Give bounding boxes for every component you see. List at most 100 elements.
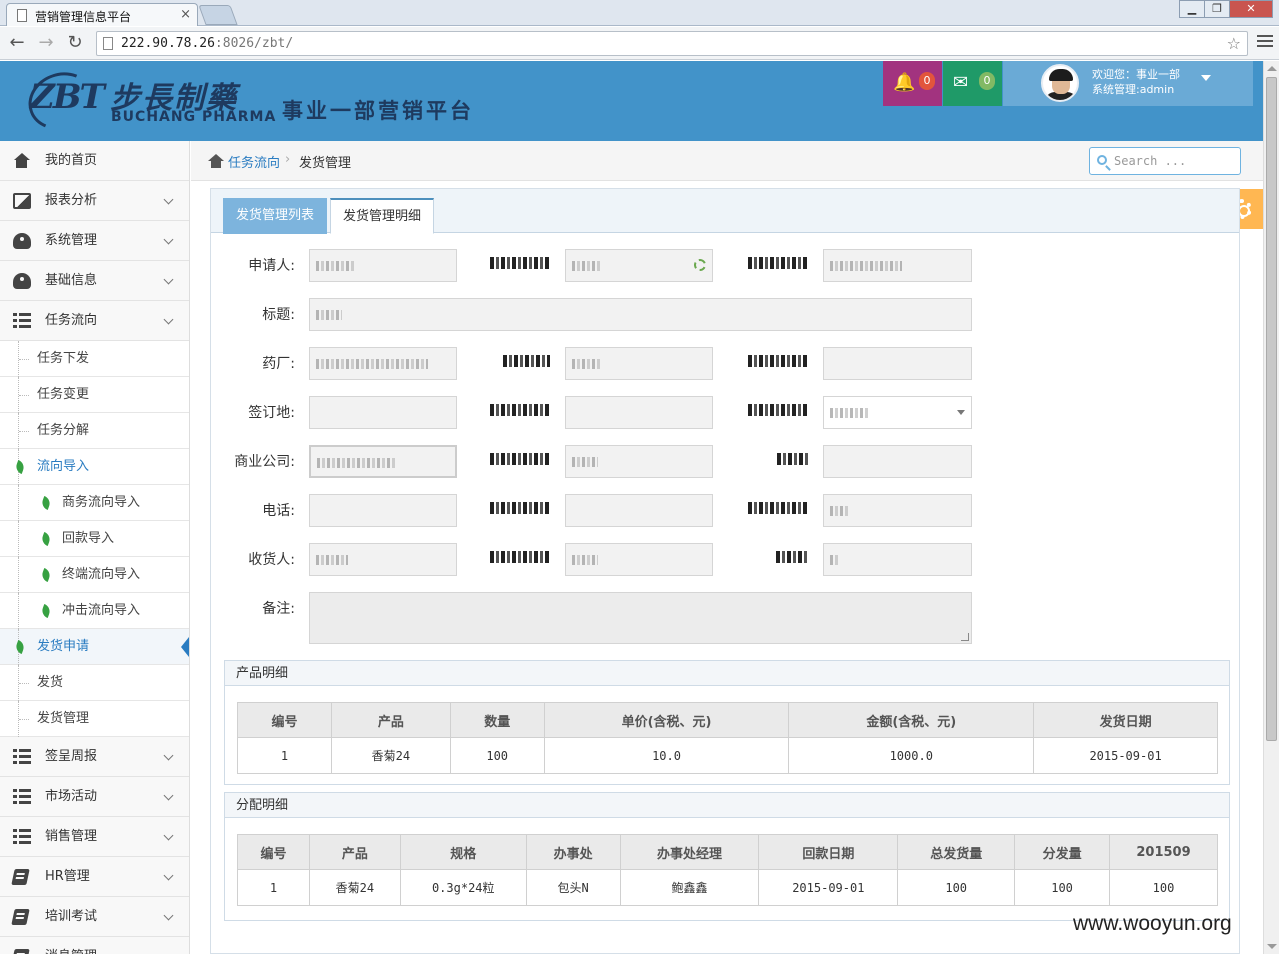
messages-button[interactable]: ✉ 0 xyxy=(943,61,1002,106)
sidebar-item-sales[interactable]: 销售管理 xyxy=(0,817,189,857)
tab-close-icon[interactable]: × xyxy=(180,7,191,22)
window-close-button[interactable]: ✕ xyxy=(1229,0,1273,18)
redacted-field[interactable] xyxy=(823,543,972,576)
column-header: 分发量 xyxy=(1014,834,1111,870)
user-menu[interactable]: 欢迎您：事业一部 系统管理:admin xyxy=(1003,61,1253,106)
sidebar-subitem-task-split[interactable]: 任务分解 xyxy=(0,413,189,449)
search-input[interactable]: Search ... xyxy=(1089,147,1241,175)
sidebar-item-label: 任务流向 xyxy=(45,313,98,328)
sidebar-subitem-label: 商务流向导入 xyxy=(62,495,141,510)
table-cell: 包头N xyxy=(525,869,621,906)
sidebar: 我的首页 报表分析 系统管理 基础信息 任务流向 任务下发 任务变更 任务分解 … xyxy=(0,141,190,954)
redacted-field[interactable] xyxy=(565,347,713,380)
home-icon[interactable] xyxy=(208,154,224,168)
sidebar-subitem-ship-request[interactable]: 发货申请 xyxy=(0,629,189,665)
sidebar-item-label: HR管理 xyxy=(45,869,90,884)
sidebar-item-reports[interactable]: 报表分析 xyxy=(0,181,189,221)
sidebar-subitem-label: 任务变更 xyxy=(37,387,90,402)
redacted-label xyxy=(748,257,808,269)
scrollbar-thumb[interactable] xyxy=(1266,77,1277,741)
leaf-icon xyxy=(40,495,52,511)
refresh-icon[interactable] xyxy=(694,259,706,271)
receiver-field[interactable] xyxy=(309,543,457,576)
redacted-label xyxy=(490,502,550,514)
breadcrumb-link[interactable]: 任务流向 xyxy=(228,152,280,171)
sidebar-subitem-terminal-flow-import[interactable]: 终端流向导入 xyxy=(0,557,189,593)
sign-place-label: 签订地: xyxy=(248,405,295,421)
sidebar-item-hr[interactable]: HR管理 xyxy=(0,857,189,897)
company-field[interactable] xyxy=(309,445,457,478)
redacted-field[interactable] xyxy=(565,249,713,282)
maximize-button[interactable]: ❐ xyxy=(1204,0,1230,18)
redacted-field[interactable] xyxy=(823,249,972,282)
redacted-label xyxy=(777,453,808,465)
phone-field[interactable] xyxy=(309,494,457,527)
redacted-field[interactable] xyxy=(565,445,713,478)
column-header: 金额(含税、元) xyxy=(788,702,1035,738)
page-icon xyxy=(103,37,113,50)
sidebar-subitem-business-flow-import[interactable]: 商务流向导入 xyxy=(0,485,189,521)
table-cell: 1 xyxy=(237,869,310,906)
browser-tab-title: 营销管理信息平台 xyxy=(35,10,132,24)
applicant-field[interactable] xyxy=(309,249,457,282)
back-arrow-icon[interactable]: ← xyxy=(6,32,28,54)
sidebar-subitem-flow-import[interactable]: 流向导入 xyxy=(0,449,189,485)
title-label: 标题: xyxy=(262,307,295,323)
browser-menu-icon[interactable] xyxy=(1257,35,1273,50)
redacted-field[interactable] xyxy=(565,494,713,527)
tab-shipment-list[interactable]: 发货管理列表 xyxy=(223,198,328,234)
sidebar-subitem-ship-manage[interactable]: 发货管理 xyxy=(0,701,189,737)
sidebar-subitem-task-change[interactable]: 任务变更 xyxy=(0,377,189,413)
table-cell: 香菊24 xyxy=(330,737,451,774)
welcome-text: 欢迎您：事业一部 xyxy=(1092,68,1180,81)
column-header: 编号 xyxy=(237,702,332,738)
list-icon xyxy=(13,749,31,764)
sidebar-subitem-ship[interactable]: 发货 xyxy=(0,665,189,701)
redacted-field[interactable] xyxy=(823,445,972,478)
column-header: 单价(含税、元) xyxy=(543,702,790,738)
minimize-button[interactable]: ▁ xyxy=(1179,0,1205,18)
sidebar-item-weekly-report[interactable]: 签呈周报 xyxy=(0,737,189,777)
address-bar[interactable]: 222.90.78.26:8026/zbt/ ☆ xyxy=(96,31,1248,56)
sidebar-item-basic-info[interactable]: 基础信息 xyxy=(0,261,189,301)
bell-icon: 🔔 xyxy=(893,72,916,93)
sign-place-field[interactable] xyxy=(309,396,457,429)
redacted-label xyxy=(748,404,808,416)
redacted-field[interactable] xyxy=(823,347,972,380)
sidebar-subitem-payment-import[interactable]: 回款导入 xyxy=(0,521,189,557)
page-scrollbar[interactable] xyxy=(1263,61,1279,954)
envelope-icon: ✉ xyxy=(953,72,969,93)
title-field[interactable] xyxy=(309,298,972,331)
sidebar-item-task-flow[interactable]: 任务流向 xyxy=(0,301,189,341)
column-header: 总发货量 xyxy=(897,834,1016,870)
redacted-field[interactable] xyxy=(565,396,713,429)
note-textarea[interactable] xyxy=(309,592,972,644)
sidebar-subitem-task-issue[interactable]: 任务下发 xyxy=(0,341,189,377)
sidebar-item-training[interactable]: 培训考试 xyxy=(0,897,189,937)
app-header: ZBT 步長制藥 BUCHANG PHARMA 事业一部营销平台 🔔 0 ✉ 0… xyxy=(0,61,1263,141)
sidebar-item-marketing[interactable]: 市场活动 xyxy=(0,777,189,817)
resize-grip-icon[interactable] xyxy=(961,633,969,641)
table-cell: 2015-09-01 xyxy=(1033,737,1218,774)
notifications-button[interactable]: 🔔 0 xyxy=(883,61,942,106)
sidebar-item-system[interactable]: 系统管理 xyxy=(0,221,189,261)
scroll-down-icon[interactable] xyxy=(1267,944,1277,949)
breadcrumb: 任务流向 › 发货管理 Search ... xyxy=(191,141,1263,181)
user-role: 系统管理:admin xyxy=(1092,83,1175,96)
sidebar-subitem-impact-flow-import[interactable]: 冲击流向导入 xyxy=(0,593,189,629)
sidebar-item-home[interactable]: 我的首页 xyxy=(0,141,189,181)
reload-icon[interactable]: ↻ xyxy=(64,32,86,54)
bookmark-star-icon[interactable]: ☆ xyxy=(1227,32,1241,55)
forward-arrow-icon[interactable]: → xyxy=(35,32,57,54)
redacted-field[interactable] xyxy=(565,543,713,576)
browser-tab[interactable]: 营销管理信息平台 × xyxy=(6,3,198,26)
scroll-up-icon[interactable] xyxy=(1267,66,1277,71)
new-tab-button[interactable] xyxy=(198,5,238,25)
redacted-label xyxy=(490,404,550,416)
tab-shipment-detail[interactable]: 发货管理明细 xyxy=(330,198,435,234)
redacted-field[interactable] xyxy=(823,494,972,527)
redacted-select[interactable] xyxy=(823,396,972,429)
factory-field[interactable] xyxy=(309,347,457,380)
sidebar-item-messages[interactable]: 消息管理 xyxy=(0,937,189,954)
url-path: :8026/zbt/ xyxy=(214,36,294,51)
